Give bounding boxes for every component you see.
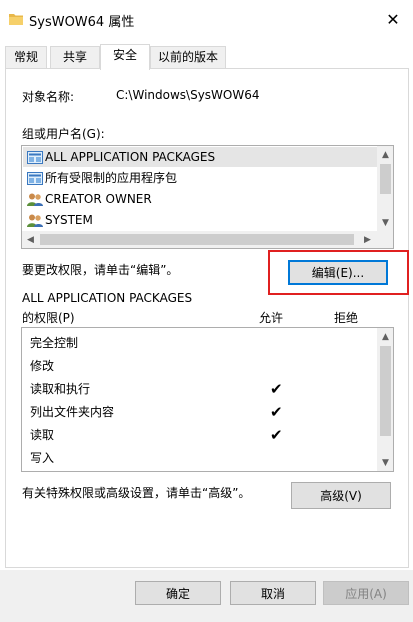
list-item-label: SYSTEM	[45, 213, 93, 227]
scroll-right-icon[interactable]: ▶	[359, 231, 376, 248]
permission-row: 列出文件夹内容	[30, 401, 114, 424]
groups-label: 组或用户名(G):	[22, 127, 105, 141]
security-panel: 对象名称: C:\Windows\SysWOW64 组或用户名(G): ALL …	[5, 68, 409, 568]
app-package-icon	[27, 172, 43, 185]
groups-vertical-thumb[interactable]	[380, 164, 391, 194]
scroll-down-icon[interactable]: ▼	[377, 214, 393, 231]
permission-row: 修改	[30, 355, 54, 378]
permission-label: 写入	[30, 451, 55, 465]
groups-horizontal-scrollbar[interactable]: ◀ ▶	[22, 231, 393, 248]
close-button[interactable]: ✕	[381, 8, 405, 30]
users-icon	[27, 193, 43, 206]
cancel-button[interactable]: 取消	[230, 581, 316, 605]
permission-label: 列出文件夹内容	[30, 405, 115, 419]
permission-row: 读取和执行	[30, 378, 90, 401]
allow-header: 允许	[259, 311, 284, 325]
tab-previous-versions[interactable]: 以前的版本	[150, 46, 226, 69]
permission-label: 修改	[30, 359, 55, 373]
permission-label: 完全控制	[30, 336, 79, 350]
allow-check-icon: ✔	[270, 426, 283, 444]
allow-check-icon: ✔	[270, 403, 283, 421]
scroll-left-icon[interactable]: ◀	[22, 231, 39, 248]
permissions-vertical-scrollbar[interactable]: ▲ ▼	[377, 328, 393, 471]
list-item-label: CREATOR OWNER	[45, 192, 152, 206]
edit-hint: 要更改权限，请单击“编辑”。	[22, 263, 179, 277]
groups-vertical-scrollbar[interactable]: ▲ ▼	[377, 146, 393, 231]
tab-general[interactable]: 常规	[5, 46, 47, 69]
app-package-icon	[27, 151, 43, 164]
permission-row: 完全控制	[30, 332, 78, 355]
scroll-down-icon[interactable]: ▼	[377, 454, 393, 471]
allow-check-icon: ✔	[270, 380, 283, 398]
permission-row: 写入	[30, 447, 54, 470]
title-bar: SysWOW64 属性 ✕	[0, 0, 413, 38]
users-icon	[27, 214, 43, 227]
tab-security[interactable]: 安全	[100, 44, 150, 70]
properties-window: SysWOW64 属性 ✕ 常规 共享 安全 以前的版本 对象名称: C:\Wi…	[0, 0, 413, 622]
folder-icon	[9, 14, 23, 25]
groups-horizontal-thumb[interactable]	[40, 234, 354, 245]
groups-list[interactable]: ALL APPLICATION PACKAGES 所有受限制的应用程序包 CRE…	[21, 145, 394, 249]
dialog-footer: 确定 取消 应用(A)	[0, 570, 413, 622]
object-name-label: 对象名称:	[22, 90, 75, 104]
apply-button[interactable]: 应用(A)	[323, 581, 409, 605]
list-item[interactable]: CREATOR OWNER	[23, 189, 377, 209]
permission-label: 读取和执行	[30, 382, 91, 396]
window-title: SysWOW64 属性	[29, 15, 135, 30]
list-item-label: ALL APPLICATION PACKAGES	[45, 150, 216, 164]
list-item[interactable]: ALL APPLICATION PACKAGES	[23, 147, 377, 167]
ok-button[interactable]: 确定	[135, 581, 221, 605]
permission-label: 读取	[30, 428, 55, 442]
edit-button[interactable]: 编辑(E)...	[288, 260, 388, 285]
object-name-value: C:\Windows\SysWOW64	[116, 88, 260, 102]
list-item[interactable]: 所有受限制的应用程序包	[23, 168, 377, 188]
advanced-button[interactable]: 高级(V)	[291, 482, 391, 509]
close-icon: ✕	[386, 9, 400, 29]
permissions-principal: ALL APPLICATION PACKAGES	[22, 291, 193, 305]
permissions-vertical-thumb[interactable]	[380, 346, 391, 436]
list-item[interactable]: SYSTEM	[23, 210, 377, 230]
permissions-list[interactable]: 完全控制 修改 读取和执行 列出文件夹内容 读取 写入 ✔ ✔ ✔ ▲ ▼	[21, 327, 394, 472]
deny-header: 拒绝	[334, 311, 359, 325]
advanced-hint: 有关特殊权限或高级设置，请单击“高级”。	[22, 486, 251, 500]
list-item-label: 所有受限制的应用程序包	[45, 171, 178, 185]
tab-sharing[interactable]: 共享	[50, 46, 100, 69]
permissions-label: 的权限(P)	[22, 311, 75, 325]
scroll-up-icon[interactable]: ▲	[377, 328, 393, 345]
scroll-up-icon[interactable]: ▲	[377, 146, 393, 163]
permission-row: 读取	[30, 424, 54, 447]
